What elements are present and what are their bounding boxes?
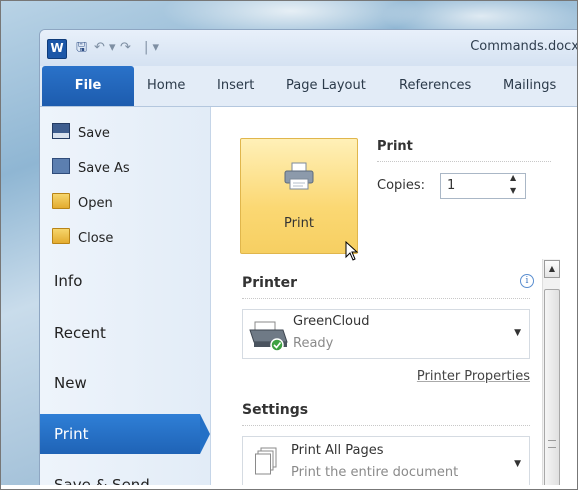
pages-icon	[255, 447, 277, 475]
selected-arrow	[200, 414, 210, 454]
scroll-thumb[interactable]	[544, 289, 560, 489]
printer-name: GreenCloud	[293, 314, 370, 329]
save-as-command[interactable]: Save As	[52, 158, 130, 178]
info-icon[interactable]: i	[520, 274, 534, 288]
title-bar: W 🖫 ↶ ▾ ↷ | ▾ Commands.docx	[40, 30, 578, 66]
tab-file[interactable]: File	[42, 66, 134, 106]
screenshot-frame: W 🖫 ↶ ▾ ↷ | ▾ Commands.docx File Home In…	[0, 0, 578, 490]
open-label: Open	[78, 196, 113, 211]
spin-down-icon[interactable]: ▼	[510, 186, 516, 195]
print-pages-name: Print All Pages	[291, 443, 384, 458]
chevron-down-icon: ▼	[514, 328, 521, 338]
nav-info[interactable]: Info	[40, 261, 210, 301]
customize-quick-access-icon[interactable]: | ▾	[144, 39, 159, 57]
divider	[242, 298, 530, 299]
backstage-view: Save Save As Open Close Info Recent New …	[40, 107, 577, 489]
printer-heading: Printer	[242, 275, 298, 291]
backstage-nav: Save Save As Open Close Info Recent New …	[40, 107, 211, 489]
vertical-scrollbar[interactable]: ▲	[542, 259, 560, 489]
scroll-grip-icon	[548, 440, 556, 448]
print-pages-select[interactable]: Print All Pages Print the entire documen…	[242, 436, 530, 486]
redo-icon[interactable]: ↷	[120, 39, 131, 57]
printer-properties-link[interactable]: Printer Properties	[417, 369, 530, 384]
printer-select[interactable]: GreenCloud Ready ▼	[242, 309, 530, 359]
tab-page-layout[interactable]: Page Layout	[286, 66, 366, 106]
frame-bottom	[1, 485, 577, 489]
undo-icon[interactable]: ↶ ▾	[94, 39, 116, 57]
save-as-icon	[52, 158, 70, 174]
tab-references[interactable]: References	[399, 66, 471, 106]
spin-up-icon[interactable]: ▲	[510, 173, 516, 182]
word-window: W 🖫 ↶ ▾ ↷ | ▾ Commands.docx File Home In…	[39, 29, 578, 489]
nav-recent[interactable]: Recent	[40, 313, 210, 353]
settings-heading: Settings	[242, 402, 309, 418]
save-icon	[52, 123, 70, 139]
mouse-cursor-icon	[345, 241, 359, 261]
open-command[interactable]: Open	[52, 193, 113, 213]
save-as-label: Save As	[78, 161, 130, 176]
save-command[interactable]: Save	[52, 123, 110, 143]
ribbon-tabs: File Home Insert Page Layout References …	[40, 66, 577, 107]
print-button[interactable]: Print	[240, 138, 358, 254]
tab-home[interactable]: Home	[147, 66, 185, 106]
document-title: Commands.docx	[470, 39, 578, 54]
close-command[interactable]: Close	[52, 228, 113, 248]
word-app-icon[interactable]: W	[47, 39, 67, 59]
divider	[242, 425, 530, 426]
chevron-down-icon: ▼	[514, 459, 521, 469]
scroll-up-icon[interactable]: ▲	[544, 260, 560, 278]
print-heading: Print	[377, 139, 413, 154]
tab-mailings[interactable]: Mailings	[503, 66, 556, 106]
quick-save-icon[interactable]: 🖫	[76, 39, 87, 57]
tab-insert[interactable]: Insert	[217, 66, 254, 106]
save-label: Save	[78, 126, 110, 141]
open-folder-icon	[52, 193, 70, 209]
printer-status: Ready	[293, 336, 334, 351]
nav-new[interactable]: New	[40, 363, 210, 403]
printer-device-icon	[249, 321, 288, 352]
close-folder-icon	[52, 228, 70, 244]
nav-print[interactable]: Print	[40, 414, 200, 454]
printer-icon	[284, 162, 314, 190]
divider	[377, 161, 551, 162]
close-label: Close	[78, 231, 114, 246]
print-pages-description: Print the entire document	[291, 465, 459, 480]
copies-label: Copies:	[377, 178, 426, 193]
print-button-label: Print	[284, 216, 314, 231]
